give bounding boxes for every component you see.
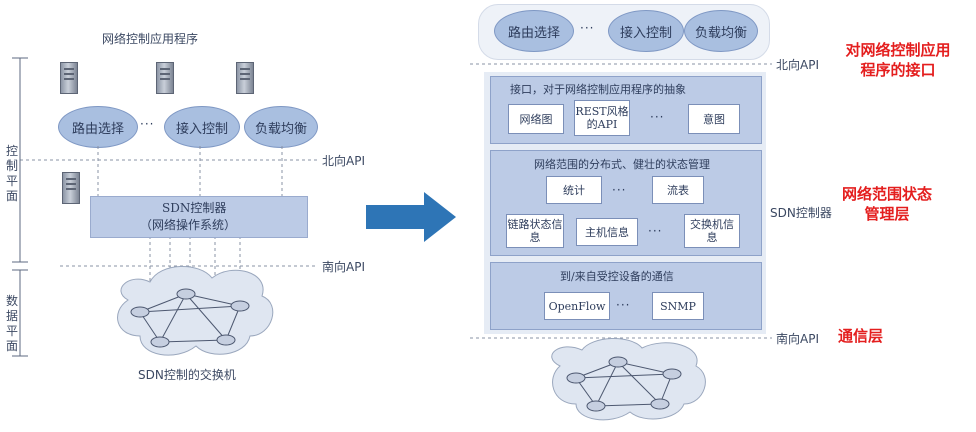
communication-layer-title: 到/来自受控设备的通信 (560, 270, 674, 283)
host-info-box: 主机信息 (576, 218, 638, 246)
link-state-box: 链路状态信息 (506, 214, 564, 248)
annotation-interface-line1: 对网络控制应用 (845, 41, 951, 59)
rest-api-box: REST风格的API (574, 100, 630, 136)
northbound-api-label: 北向API (776, 58, 819, 72)
intent-box: 意图 (688, 104, 740, 134)
annotation-interface-line2: 程序的接口 (860, 61, 936, 79)
southbound-api-label: 南向API (776, 332, 819, 346)
statistics-box: 统计 (546, 176, 602, 204)
interface-layer-title: 接口，对于网络控制应用程序的抽象 (510, 83, 686, 96)
ellipsis: ··· (650, 110, 665, 124)
switch-info-box: 交换机信息 (684, 214, 740, 248)
openflow-box: OpenFlow (544, 292, 610, 320)
network-graph-box: 网络图 (508, 104, 564, 134)
annotation-interface: 对网络控制应用 程序的接口 (822, 40, 974, 80)
ellipsis: ··· (612, 183, 627, 197)
annotation-communication: 通信层 (838, 327, 884, 345)
annotation-state-line2: 管理层 (864, 205, 910, 223)
state-management-layer-title: 网络范围的分布式、健壮的状态管理 (534, 158, 710, 171)
ellipsis: ··· (648, 224, 663, 238)
snmp-box: SNMP (652, 292, 704, 320)
annotation-state: 网络范围状态 管理层 (822, 184, 952, 224)
ellipsis: ··· (616, 298, 631, 312)
annotation-state-line1: 网络范围状态 (841, 185, 932, 203)
flow-table-box: 流表 (652, 176, 704, 204)
